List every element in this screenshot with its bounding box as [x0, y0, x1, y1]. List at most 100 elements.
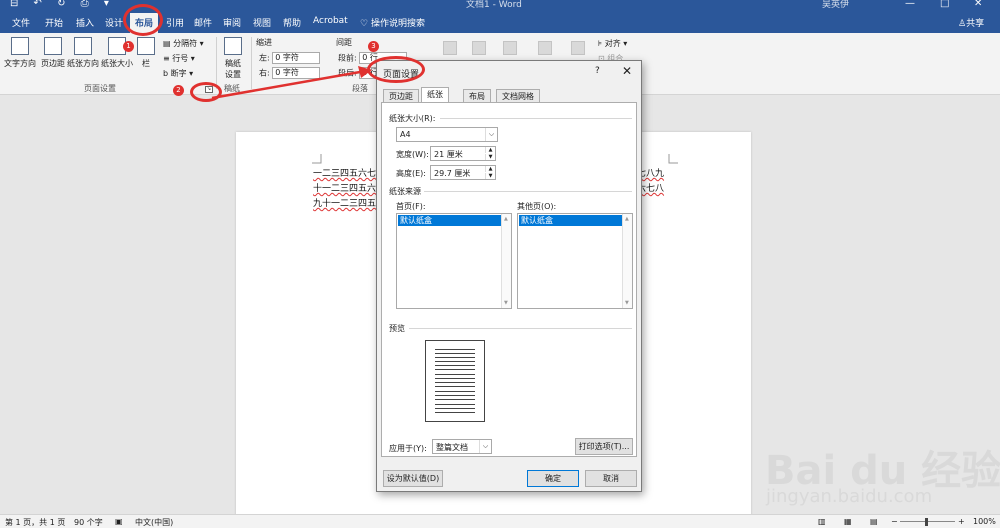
annotation-arrow	[211, 66, 372, 100]
ok-button[interactable]: 确定	[527, 470, 579, 487]
tab-mailings[interactable]: 邮件	[194, 16, 212, 29]
tab-layout-dialog[interactable]: 布局	[463, 89, 491, 103]
tab-design[interactable]: 设计	[105, 16, 123, 29]
manuscript-icon	[224, 37, 242, 55]
indent-left: 左: 0 字符	[259, 52, 321, 64]
bring-forward-icon[interactable]	[503, 41, 517, 55]
columns-button[interactable]: 栏	[133, 37, 159, 69]
preview-label: 预览	[389, 324, 405, 333]
list-item[interactable]: 默认纸盒	[398, 215, 510, 226]
text-direction-button[interactable]: 文字方向	[3, 37, 37, 69]
height-label: 高度(E):	[396, 169, 426, 178]
indent-left-input[interactable]: 0 字符	[272, 52, 321, 64]
spin-up-icon[interactable]: ▲	[485, 166, 495, 172]
preview-line	[435, 408, 475, 409]
tell-me-label: 操作说明搜索	[370, 19, 425, 29]
paper-size-select[interactable]: A4 ⌵	[396, 127, 498, 142]
orientation-button[interactable]: 纸张方向	[66, 37, 100, 69]
height-input[interactable]: 29.7 厘米 ▲ ▼	[430, 165, 496, 180]
position-icon[interactable]	[443, 41, 457, 55]
close-window-icon[interactable]: ✕	[974, 0, 982, 9]
preview-line	[435, 349, 475, 350]
preview-line	[435, 382, 475, 383]
page-count[interactable]: 第 1 页，共 1 页	[5, 517, 65, 528]
zoom-out-icon[interactable]: −	[891, 517, 898, 526]
section-divider	[424, 191, 632, 192]
first-page-tray-list[interactable]: 默认纸盒 ▲ ▼	[396, 213, 512, 309]
page-setup-group-label: 页面设置	[84, 84, 116, 93]
paper-size-label: 纸张大小(R):	[389, 114, 436, 123]
scrollbar[interactable]: ▲ ▼	[622, 214, 632, 308]
margins-label: 页边距	[41, 59, 65, 68]
columns-icon	[137, 37, 155, 55]
align-button[interactable]: ⊧ 对齐 ▾	[598, 38, 627, 49]
share-button[interactable]: ♙共享	[958, 16, 984, 29]
quick-access-toolbar[interactable]: ⊟ ↶ ↻ ⎙ ▾	[10, 0, 115, 9]
help-icon[interactable]: ?	[595, 66, 600, 76]
tab-view[interactable]: 视图	[253, 16, 271, 29]
maximize-icon[interactable]: □	[940, 0, 949, 9]
apply-to-label: 应用于(Y):	[389, 444, 427, 453]
other-pages-tray-list[interactable]: 默认纸盒 ▲ ▼	[517, 213, 633, 309]
zoom-level[interactable]: 100%	[973, 517, 996, 526]
tab-insert[interactable]: 插入	[76, 16, 94, 29]
user-name[interactable]: 吴英伊	[822, 0, 849, 10]
line-numbers-button[interactable]: ≡ 行号 ▾	[163, 53, 195, 64]
indent-left-label: 左:	[259, 53, 270, 63]
tab-acrobat[interactable]: Acrobat	[313, 16, 348, 26]
annotation-ring-layout-tab	[123, 4, 163, 36]
tab-margins[interactable]: 页边距	[383, 89, 419, 103]
width-input[interactable]: 21 厘米 ▲ ▼	[430, 146, 496, 161]
send-backward-icon[interactable]	[538, 41, 552, 55]
print-layout-icon[interactable]: ▦	[844, 517, 852, 526]
read-mode-icon[interactable]: ▥	[818, 517, 826, 526]
breaks-button[interactable]: ▤ 分隔符 ▾	[163, 38, 204, 49]
preview-line	[435, 391, 475, 392]
annotation-step-3: 3	[368, 41, 379, 52]
corner-mark	[668, 154, 678, 164]
margins-icon	[44, 37, 62, 55]
wrap-text-icon[interactable]	[472, 41, 486, 55]
web-layout-icon[interactable]: ▤	[870, 517, 878, 526]
apply-to-select[interactable]: 整篇文档 ⌵	[432, 439, 492, 454]
tell-me-search[interactable]: ♡ 操作说明搜索	[360, 16, 425, 29]
preview-line	[435, 369, 475, 370]
proofing-icon[interactable]: ▣	[115, 517, 123, 526]
annotation-step-1: 1	[123, 41, 134, 52]
tab-review[interactable]: 审阅	[223, 16, 241, 29]
close-icon[interactable]: ✕	[622, 64, 632, 78]
word-count[interactable]: 90 个字	[74, 517, 103, 528]
cancel-button[interactable]: 取消	[585, 470, 637, 487]
annotation-step-2: 2	[173, 85, 184, 96]
spin-down-icon[interactable]: ▼	[485, 173, 495, 179]
spin-up-icon[interactable]: ▲	[485, 147, 495, 153]
spacing-title: 间距	[336, 38, 352, 47]
tab-document-grid[interactable]: 文档网格	[496, 89, 540, 103]
preview-line	[435, 353, 475, 354]
scrollbar[interactable]: ▲ ▼	[501, 214, 511, 308]
preview-line	[435, 378, 475, 379]
tab-home[interactable]: 开始	[45, 16, 63, 29]
margins-button[interactable]: 页边距	[36, 37, 70, 69]
text-direction-icon	[11, 37, 29, 55]
spin-down-icon[interactable]: ▼	[485, 154, 495, 160]
zoom-in-icon[interactable]: +	[958, 517, 965, 526]
language[interactable]: 中文(中国)	[135, 517, 173, 528]
tab-file[interactable]: 文件	[12, 16, 30, 29]
tab-paper[interactable]: 纸张	[421, 87, 449, 103]
zoom-slider-thumb[interactable]	[925, 518, 928, 526]
list-item[interactable]: 默认纸盒	[519, 215, 631, 226]
person-icon: ♙	[958, 19, 967, 29]
preview-line	[435, 386, 475, 387]
hyphenation-button[interactable]: b 断字 ▾	[163, 68, 193, 79]
hyphenation-label: 断字	[170, 69, 187, 78]
tab-help[interactable]: 帮助	[283, 16, 301, 29]
preview-line	[435, 374, 475, 375]
set-default-button[interactable]: 设为默认值(D)	[383, 470, 443, 487]
selection-pane-icon[interactable]	[571, 41, 585, 55]
tab-references[interactable]: 引用	[166, 16, 184, 29]
indent-title: 缩进	[256, 38, 272, 47]
preview-line	[435, 412, 475, 413]
minimize-icon[interactable]: —	[905, 0, 915, 9]
print-options-button[interactable]: 打印选项(T)...	[575, 438, 633, 455]
